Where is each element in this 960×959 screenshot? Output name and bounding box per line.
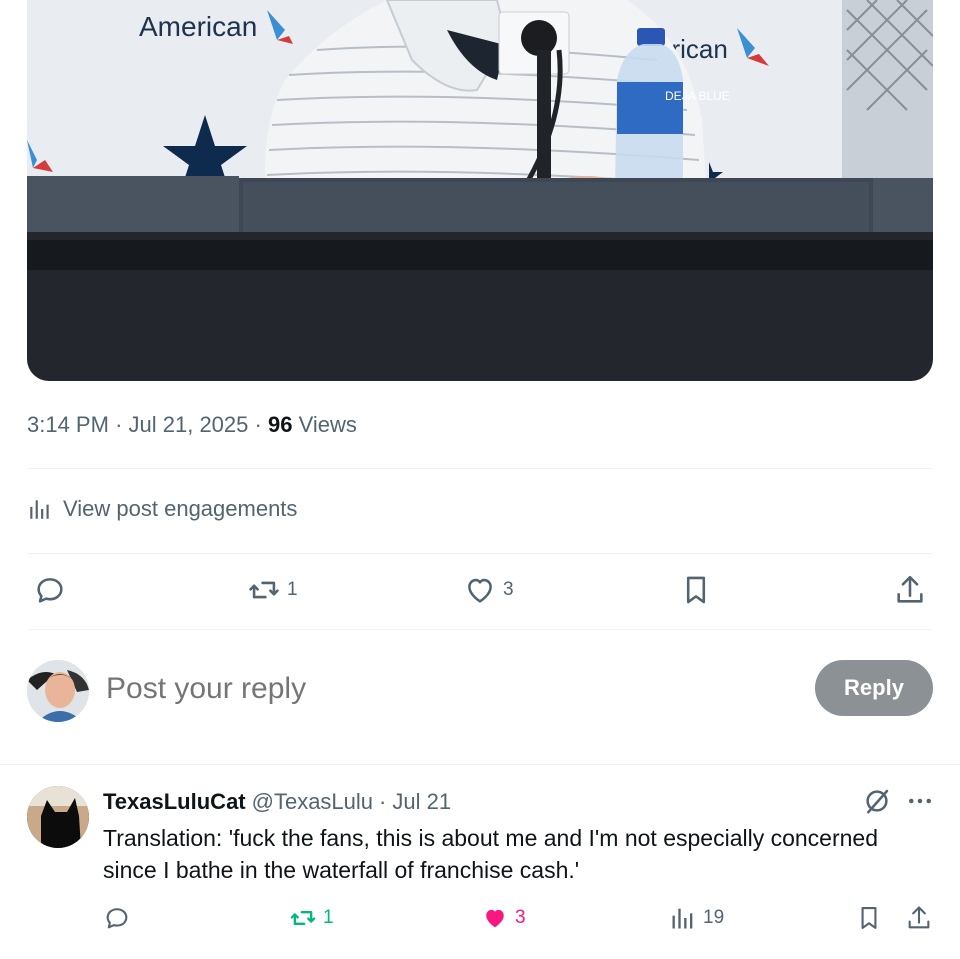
- tweet-text: Translation: 'fuck the fans, this is abo…: [103, 825, 879, 883]
- tweet-views-button[interactable]: 19: [669, 904, 724, 932]
- views-label: Views: [298, 412, 357, 437]
- tweet-avatar[interactable]: [27, 786, 89, 848]
- banner-text-left: American: [139, 11, 257, 42]
- reply-tweet[interactable]: TexasLuluCat @TexasLulu · Jul 21 Transla…: [27, 786, 933, 946]
- bottle-label: DEJA BLUE: [665, 89, 730, 103]
- retweet-count: 1: [287, 579, 298, 600]
- bookmark-button[interactable]: [679, 573, 713, 607]
- section-divider: [0, 764, 960, 765]
- press-conference-image: American erican DEJA BLUE: [27, 0, 933, 381]
- post-date[interactable]: Jul 21, 2025: [129, 412, 249, 437]
- meta-separator: ·: [115, 412, 123, 437]
- like-count: 3: [503, 579, 514, 600]
- bookmark-icon: [686, 576, 706, 604]
- tweet-date[interactable]: Jul 21: [392, 789, 451, 815]
- tweet-bookmark-button[interactable]: [855, 904, 883, 932]
- share-button[interactable]: [893, 573, 927, 607]
- post-action-bar: 1 3: [27, 573, 933, 613]
- reply-input[interactable]: [106, 669, 706, 709]
- speech-bubble-icon: [106, 908, 128, 929]
- bookmark-icon: [861, 907, 877, 929]
- views-count: 96: [267, 412, 293, 437]
- cat-avatar-photo: [27, 786, 89, 848]
- heart-icon: [468, 578, 492, 603]
- heart-filled-icon: [486, 909, 504, 928]
- engagements-label: View post engagements: [63, 496, 298, 521]
- retweet-arrows-icon: [290, 911, 316, 925]
- bar-chart-icon: [30, 500, 49, 519]
- tweet-header: TexasLuluCat @TexasLulu · Jul 21: [103, 789, 451, 815]
- bar-chart-icon: [672, 908, 693, 929]
- tweet-display-name[interactable]: TexasLuluCat: [103, 789, 246, 815]
- divider: [27, 468, 933, 469]
- reply-composer: Reply: [27, 660, 933, 722]
- tweet-separator: ·: [379, 789, 387, 814]
- share-upload-icon: [908, 906, 930, 929]
- like-button[interactable]: 3: [463, 573, 514, 607]
- divider: [27, 553, 933, 554]
- speech-bubble-icon: [37, 578, 63, 603]
- divider: [27, 629, 933, 630]
- more-dots-icon[interactable]: [905, 786, 935, 816]
- user-avatar[interactable]: [27, 660, 89, 722]
- post-photo[interactable]: American erican DEJA BLUE: [27, 0, 933, 381]
- retweet-button[interactable]: 1: [247, 573, 298, 607]
- tweet-handle[interactable]: @TexasLulu: [252, 789, 373, 815]
- share-upload-icon: [897, 575, 923, 603]
- avatar-photo: [27, 660, 89, 722]
- tweet-retweet-button[interactable]: 1: [289, 904, 334, 932]
- post-time[interactable]: 3:14 PM: [27, 412, 109, 437]
- grok-slash-icon[interactable]: [862, 786, 892, 816]
- reply-submit-button[interactable]: Reply: [815, 660, 933, 716]
- tweet-retweet-count: 1: [323, 907, 334, 928]
- tweet-reply-button[interactable]: [103, 904, 131, 932]
- tweet-share-button[interactable]: [905, 904, 933, 932]
- tweet-views-count: 19: [703, 907, 725, 928]
- post-metadata: 3:14 PM · Jul 21, 2025 · 96 Views: [27, 412, 357, 438]
- retweet-arrows-icon: [249, 581, 279, 599]
- tweet-action-bar: 1 3 19: [103, 904, 933, 936]
- tweet-like-button[interactable]: 3: [481, 904, 526, 932]
- reply-button[interactable]: [33, 573, 67, 607]
- tweet-like-count: 3: [515, 907, 526, 928]
- view-engagements-link[interactable]: View post engagements: [27, 496, 297, 522]
- meta-separator: ·: [254, 412, 262, 437]
